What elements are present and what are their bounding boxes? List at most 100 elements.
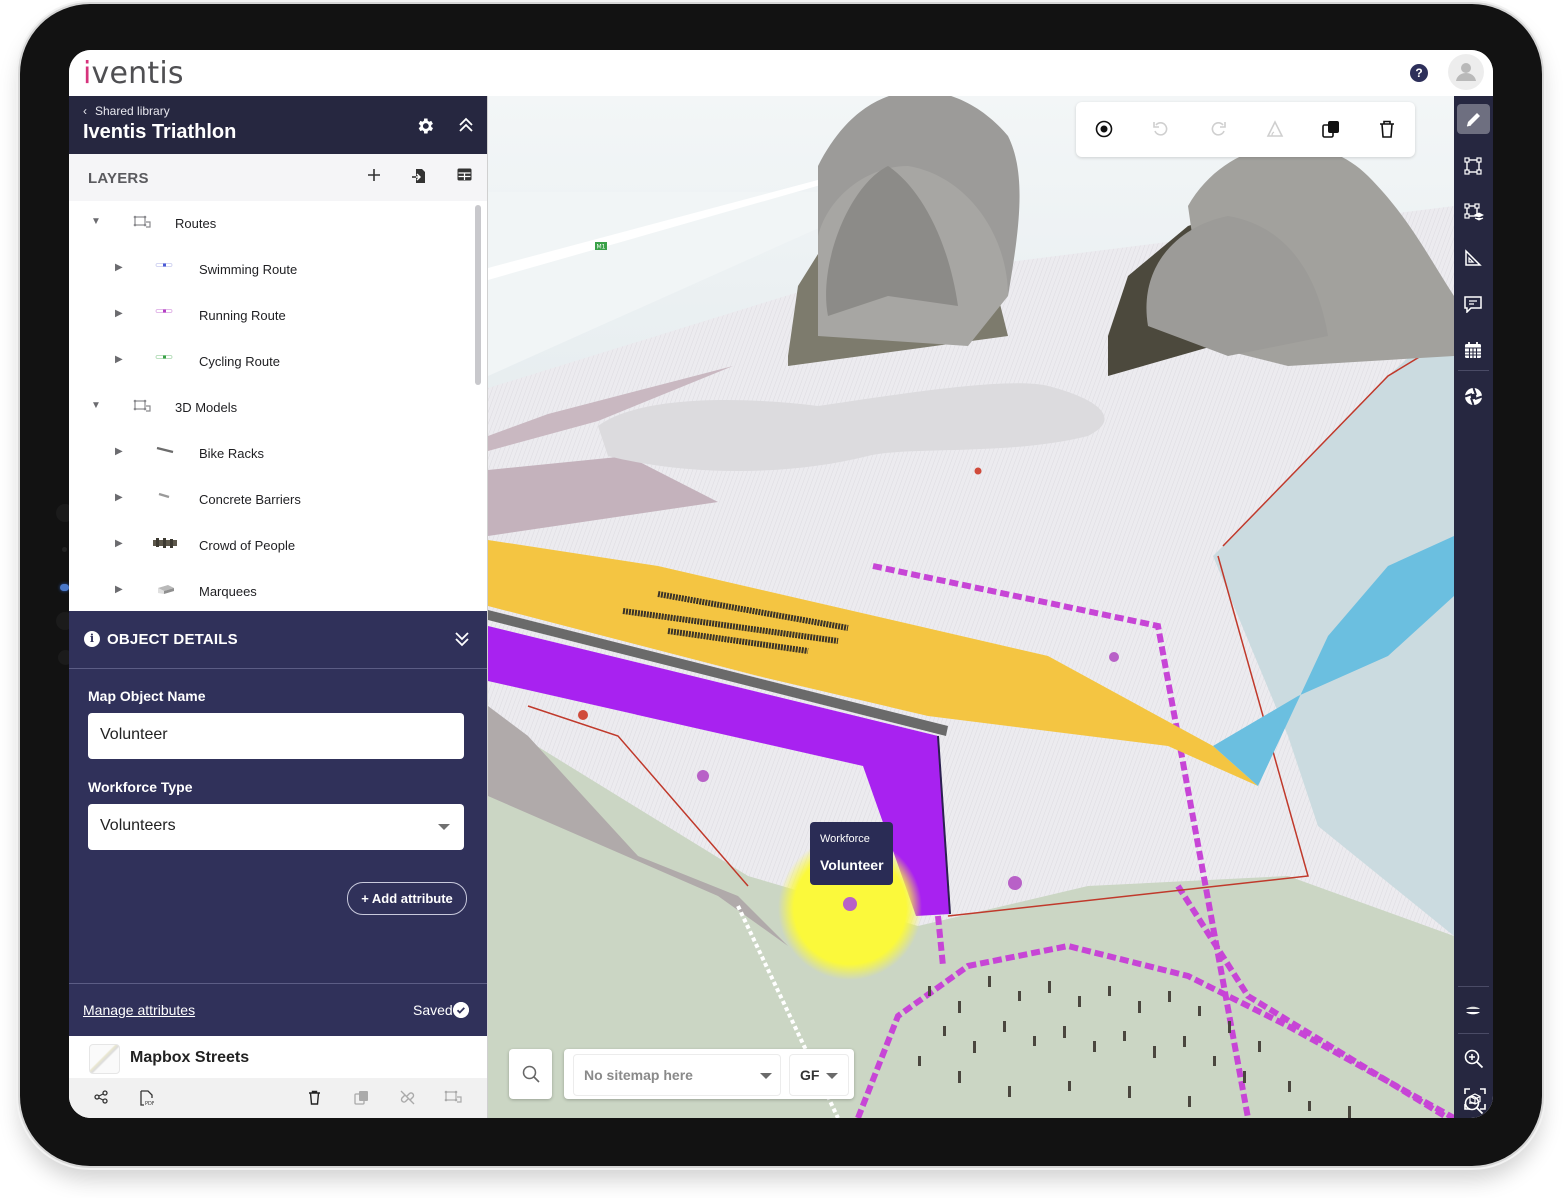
layer-label: Crowd of People xyxy=(199,538,296,553)
help-icon[interactable]: ? xyxy=(1410,64,1428,82)
draw-area-icon[interactable] xyxy=(1464,157,1482,175)
aperture-icon[interactable] xyxy=(1464,387,1483,406)
layer-label: Swimming Route xyxy=(199,262,298,277)
caret-right-icon[interactable]: ▶ xyxy=(115,492,123,503)
iventis-logo[interactable]: iventis xyxy=(83,56,184,91)
terrain-icon[interactable] xyxy=(1464,1004,1482,1018)
layer-label: Marquees xyxy=(199,584,257,599)
project-header: ‹ Shared library Iventis Triathlon xyxy=(69,96,487,154)
layer-group-icon xyxy=(133,399,151,412)
basemap-selector[interactable]: Mapbox Streets xyxy=(69,1036,487,1078)
road-label: M1 xyxy=(597,244,606,251)
map-object-name-label: Map Object Name xyxy=(88,688,206,704)
delete-icon[interactable] xyxy=(308,1090,321,1105)
map-object-name-input[interactable]: Volunteer xyxy=(88,713,464,759)
layers-area-icon[interactable] xyxy=(1464,203,1484,222)
caret-right-icon[interactable]: ▶ xyxy=(115,584,123,595)
check-circle-icon xyxy=(453,1002,469,1018)
route-line-icon xyxy=(155,355,173,359)
3d-view-icon[interactable] xyxy=(1464,1088,1486,1110)
layer-label: Cycling Route xyxy=(199,354,280,369)
right-tool-rail xyxy=(1454,96,1493,1118)
caret-down-icon xyxy=(826,1073,838,1079)
layer-concrete-barriers[interactable]: ▶ Concrete Barriers xyxy=(69,477,469,523)
layer-label: Running Route xyxy=(199,308,286,323)
workforce-type-select[interactable]: Volunteers xyxy=(88,804,464,850)
select-point-icon[interactable] xyxy=(1095,120,1113,138)
project-title: Iventis Triathlon xyxy=(83,121,237,143)
layer-running-route[interactable]: ▶ Running Route xyxy=(69,293,469,339)
edit-toolbar xyxy=(1076,102,1415,157)
layer-group-3d-models[interactable]: ▼ 3D Models xyxy=(69,385,469,431)
add-attribute-button[interactable]: + Add attribute xyxy=(347,882,467,915)
sitemap-select[interactable]: No sitemap here xyxy=(573,1054,781,1096)
zoom-in-icon[interactable] xyxy=(1464,1049,1484,1069)
caret-right-icon[interactable]: ▶ xyxy=(115,308,123,319)
workforce-type-value: Volunteers xyxy=(100,817,176,834)
redo-icon[interactable] xyxy=(1209,120,1227,138)
layer-swimming-route[interactable]: ▶ Swimming Route xyxy=(69,247,469,293)
map-search-button[interactable] xyxy=(509,1049,552,1099)
layer-label: 3D Models xyxy=(175,400,238,415)
crowd-model-icon xyxy=(153,538,177,548)
saved-status: Saved xyxy=(413,1002,453,1018)
share-icon[interactable] xyxy=(94,1090,108,1104)
undo-icon[interactable] xyxy=(1152,120,1170,138)
layer-label: Routes xyxy=(175,216,217,231)
caret-right-icon[interactable]: ▶ xyxy=(115,538,123,549)
measure-ruler-icon[interactable] xyxy=(1464,249,1482,267)
volunteer-marker[interactable] xyxy=(843,897,857,911)
unlink-icon[interactable] xyxy=(399,1090,416,1105)
comment-icon[interactable] xyxy=(1464,295,1482,313)
device-camera xyxy=(60,584,69,591)
manage-attributes-link[interactable]: Manage attributes xyxy=(83,1002,195,1018)
layer-group-routes[interactable]: ▼ Routes xyxy=(69,201,469,247)
import-icon[interactable] xyxy=(412,168,426,184)
layers-scrollbar[interactable] xyxy=(475,205,481,385)
object-details-header[interactable]: i OBJECT DETAILS xyxy=(69,611,487,669)
search-icon xyxy=(522,1065,540,1083)
caret-right-icon[interactable]: ▶ xyxy=(115,446,123,457)
caret-down-icon[interactable]: ▼ xyxy=(91,400,101,411)
table-icon[interactable] xyxy=(457,168,472,181)
layer-cycling-route[interactable]: ▶ Cycling Route xyxy=(69,339,469,385)
layer-tree: ▼ Routes ▶ Swimming Route ▶ Running Rout… xyxy=(69,201,487,611)
map-object-tooltip: Workforce Volunteer xyxy=(810,822,893,885)
breadcrumb-back[interactable]: ‹ Shared library xyxy=(83,104,170,118)
delete-icon[interactable] xyxy=(1379,120,1395,138)
caret-right-icon[interactable]: ▶ xyxy=(115,354,123,365)
device-sensor xyxy=(62,547,67,552)
collapse-up-icon[interactable] xyxy=(458,116,474,134)
measure-angle-icon[interactable] xyxy=(1266,120,1284,138)
object-details-panel: i OBJECT DETAILS Map Object Name Volunte… xyxy=(69,611,487,1036)
rail-divider xyxy=(1458,986,1489,987)
info-icon: i xyxy=(84,631,100,647)
edit-pencil-icon xyxy=(1466,113,1480,127)
marquee-model-icon xyxy=(158,585,174,594)
copy-icon[interactable] xyxy=(354,1090,369,1105)
map-canvas[interactable]: M1 Workforce Volunteer No sitemap here G… xyxy=(488,96,1454,1118)
sitemap-value: No sitemap here xyxy=(584,1067,693,1083)
layers-header: LAYERS xyxy=(69,154,487,202)
calendar-icon[interactable] xyxy=(1464,341,1482,359)
group-icon[interactable] xyxy=(444,1090,462,1104)
edit-tool-button[interactable] xyxy=(1457,104,1490,134)
layer-crowd-of-people[interactable]: ▶ Crowd of People xyxy=(69,523,469,569)
map-3d-scene[interactable]: M1 xyxy=(488,96,1454,1118)
layer-label: Bike Racks xyxy=(199,446,265,461)
layer-bike-racks[interactable]: ▶ Bike Racks xyxy=(69,431,469,477)
app-screen: iventis ? ‹ Shared library Iventis Triath… xyxy=(69,50,1493,1118)
caret-right-icon[interactable]: ▶ xyxy=(115,262,123,273)
caret-down-icon[interactable]: ▼ xyxy=(91,216,101,227)
breadcrumb-label: Shared library xyxy=(95,104,170,118)
layer-marquees[interactable]: ▶ Marquees xyxy=(69,569,469,611)
floor-select[interactable]: GF xyxy=(789,1054,849,1096)
collapse-down-icon[interactable] xyxy=(454,630,470,648)
duplicate-icon[interactable] xyxy=(1322,120,1340,138)
tooltip-category: Workforce xyxy=(820,833,870,845)
user-avatar-icon xyxy=(1456,63,1476,81)
pdf-export-icon[interactable]: PDF xyxy=(140,1090,154,1106)
add-icon[interactable] xyxy=(367,168,381,182)
gear-icon[interactable] xyxy=(415,116,435,136)
user-avatar[interactable] xyxy=(1448,54,1484,90)
